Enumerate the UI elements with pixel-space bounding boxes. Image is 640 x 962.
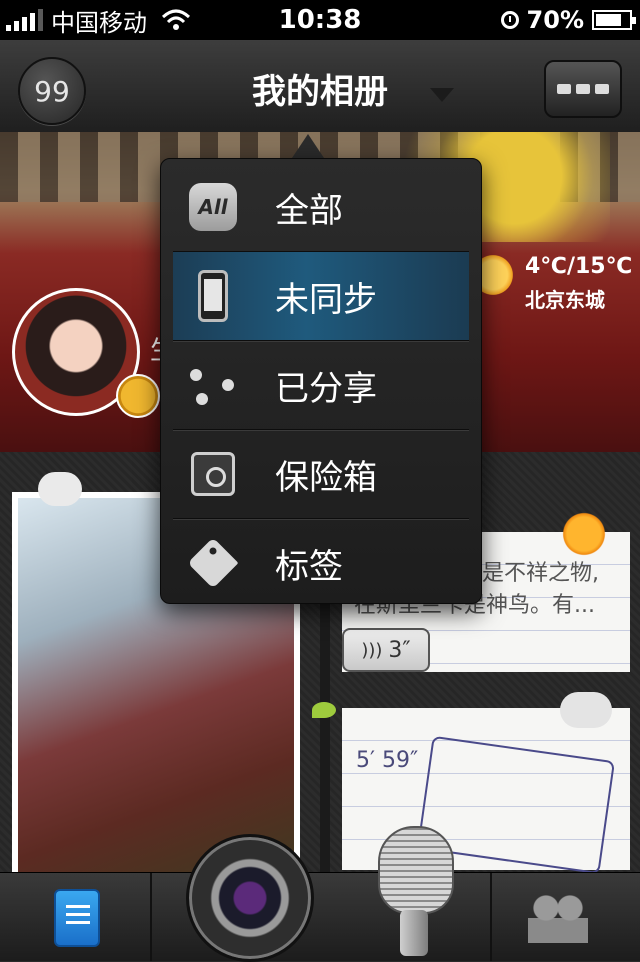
leaf-marker-icon [312, 702, 336, 718]
dropdown-item-label: 全部 [275, 190, 343, 231]
camera-button[interactable] [186, 834, 314, 962]
voice-duration-button[interactable]: ))) 3″ [342, 628, 430, 672]
dropdown-item-label: 保险箱 [275, 457, 377, 498]
nav-bar: 99 我的相册 [0, 40, 640, 133]
microphone-button[interactable] [366, 826, 462, 956]
dot-icon [576, 84, 590, 94]
dropdown-item-shared[interactable]: 已分享 [173, 341, 469, 429]
smiley-badge-icon [116, 374, 160, 418]
cloudy-weather-icon [560, 692, 612, 728]
dropdown-item-label: 未同步 [275, 279, 377, 320]
share-icon [190, 365, 236, 405]
people-icon[interactable] [528, 893, 588, 943]
sun-weather-icon [560, 510, 608, 558]
more-menu-button[interactable] [544, 60, 622, 118]
audio-duration-label: 5′ 59″ [356, 748, 419, 773]
dropdown-item-unsynced[interactable]: 未同步 [173, 252, 469, 340]
dropdown-item-vault[interactable]: 保险箱 [173, 430, 469, 518]
all-icon: All [189, 183, 237, 231]
speaker-icon: ))) [361, 639, 383, 661]
battery-icon [592, 10, 636, 30]
status-bar: 中国移动 10:38 70% [0, 0, 640, 40]
alarm-clock-icon [500, 11, 519, 29]
popover-arrow [292, 134, 324, 158]
battery-percent: 70% [526, 6, 584, 34]
note-text-line: 是不祥之物, [482, 561, 599, 586]
microphone-icon [378, 826, 454, 914]
dot-icon [557, 84, 571, 94]
dot-icon [595, 84, 609, 94]
weather-temperature: 4℃/15℃ [525, 254, 633, 279]
bottom-tab-bar [0, 872, 640, 961]
rain-weather-icon [38, 472, 82, 506]
album-filter-dropdown: All 全部 未同步 已分享 保险箱 标签 [160, 158, 482, 604]
tag-icon [187, 537, 239, 589]
dropdown-item-all[interactable]: All 全部 [173, 163, 469, 251]
notebook-icon[interactable] [54, 889, 100, 947]
dropdown-item-tags[interactable]: 标签 [173, 519, 469, 607]
safe-icon [191, 452, 235, 496]
dropdown-item-label: 已分享 [275, 368, 377, 409]
dropdown-item-label: 标签 [275, 546, 343, 587]
chevron-down-icon[interactable] [430, 88, 454, 102]
voice-duration-label: 3″ [388, 637, 411, 663]
phone-icon [198, 270, 228, 322]
weather-city: 北京东城 [525, 288, 605, 312]
